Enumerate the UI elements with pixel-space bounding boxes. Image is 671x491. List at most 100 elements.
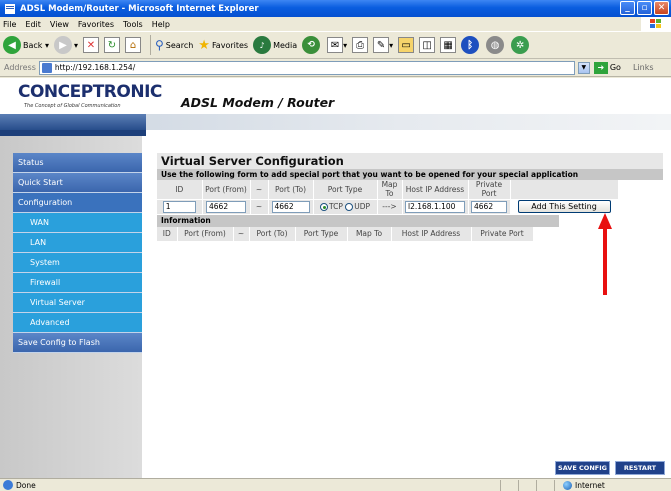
- bluetooth-button[interactable]: ᛒ: [461, 36, 481, 54]
- mail-button[interactable]: ✉ ▾: [327, 37, 347, 53]
- forward-arrow-icon: ▶: [53, 36, 72, 54]
- port-to-input[interactable]: 4662: [271, 200, 310, 213]
- back-button[interactable]: ◀ Back ▾: [3, 36, 49, 54]
- menu-file[interactable]: File: [3, 20, 16, 29]
- favorites-button[interactable]: ★ Favorites: [198, 38, 248, 53]
- menu-favorites[interactable]: Favorites: [78, 20, 114, 29]
- star-icon: ★: [198, 37, 210, 53]
- close-button[interactable]: ✕: [654, 1, 669, 15]
- port-from-input[interactable]: 4662: [206, 200, 246, 213]
- stop-button[interactable]: ✕: [83, 37, 99, 53]
- info-col-private-port: Private Port: [471, 226, 534, 241]
- media-label: Media: [273, 40, 298, 50]
- status-bar: Done Internet: [0, 478, 671, 491]
- col-header-tilde: ~: [250, 180, 269, 200]
- go-arrow-icon: ➜: [593, 61, 608, 74]
- home-icon: ⌂: [125, 37, 141, 53]
- folder-icon: ▭: [398, 37, 415, 53]
- menubar: File Edit View Favorites Tools Help: [0, 17, 671, 31]
- go-label: Go: [609, 63, 621, 72]
- folder-button[interactable]: ▭: [398, 37, 415, 53]
- address-input[interactable]: http://192.168.1.254/: [38, 60, 575, 75]
- col-header-private-port: Private Port: [468, 180, 511, 200]
- info-col-port-to: Port (To): [249, 226, 296, 241]
- nav-item-firewall[interactable]: Firewall: [13, 273, 142, 293]
- host-ip-input[interactable]: l2.168.1.100: [405, 200, 465, 213]
- col-header-host-ip: Host IP Address: [402, 180, 469, 200]
- status-cell: [536, 479, 554, 491]
- form-description: Use the following form to add special po…: [157, 169, 663, 180]
- refresh-button[interactable]: ↻: [104, 37, 120, 53]
- search-label: Search: [165, 40, 194, 50]
- nav-item-lan[interactable]: LAN: [13, 233, 142, 253]
- tcp-label: TCP: [328, 202, 343, 211]
- nav-item-status[interactable]: Status: [13, 153, 142, 173]
- restart-button[interactable]: RESTART: [615, 461, 665, 475]
- menu-view[interactable]: View: [50, 20, 69, 29]
- print-icon: ⎙: [352, 37, 369, 53]
- save-config-button[interactable]: SAVE CONFIG: [555, 461, 610, 475]
- nav-item-wan[interactable]: WAN: [13, 213, 142, 233]
- info-col-port-type: Port Type: [295, 226, 348, 241]
- media-button[interactable]: ♪ Media: [253, 36, 297, 54]
- annotation-arrow-icon: [598, 213, 612, 295]
- tcp-radio[interactable]: [319, 203, 328, 211]
- nav-item-quick-start[interactable]: Quick Start: [13, 173, 142, 193]
- tilde-cell: ~: [250, 199, 269, 215]
- search-button[interactable]: ⚲ Search: [155, 38, 193, 52]
- back-arrow-icon: ◀: [3, 36, 21, 54]
- discuss-button[interactable]: ◍: [486, 36, 506, 54]
- ie-toolbar: ◀ Back ▾ ▶ ▾ ✕ ↻ ⌂ ⚲ Search ★ Favorites ♪…: [0, 31, 671, 59]
- links-button[interactable]: Links: [633, 63, 654, 72]
- research-button[interactable]: ✲: [511, 36, 531, 54]
- messenger-icon: ◫: [419, 37, 436, 53]
- menu-tools[interactable]: Tools: [123, 20, 143, 29]
- private-port-input[interactable]: 4662: [471, 200, 507, 213]
- info-col-host-ip: Host IP Address: [391, 226, 472, 241]
- map-arrow-cell: --->: [377, 199, 403, 215]
- discuss-icon: ◍: [486, 36, 505, 54]
- brand-name: CONCEPTRONIC: [18, 82, 162, 102]
- refresh-icon: ↻: [104, 37, 120, 53]
- col-header-map-to: Map To: [377, 180, 403, 200]
- nav-item-save-config[interactable]: Save Config to Flash: [13, 333, 142, 353]
- id-input[interactable]: 1: [162, 200, 196, 213]
- col-header-port-to: Port (To): [268, 180, 314, 200]
- header-band: [0, 114, 671, 130]
- nav-menu: Status Quick Start Configuration WAN LAN…: [13, 153, 142, 353]
- status-cell: [500, 479, 518, 491]
- print-button[interactable]: ⎙: [352, 37, 369, 53]
- maximize-button[interactable]: ▫: [637, 1, 652, 15]
- udp-radio[interactable]: [345, 203, 354, 211]
- status-text: Done: [0, 480, 500, 490]
- calendar-button[interactable]: ▦: [440, 37, 457, 53]
- nav-item-system[interactable]: System: [13, 253, 142, 273]
- nav-item-configuration[interactable]: Configuration: [13, 193, 142, 213]
- nav-item-advanced[interactable]: Advanced: [13, 313, 142, 333]
- address-dropdown-icon[interactable]: ▼: [577, 61, 590, 74]
- edit-button[interactable]: ✎ ▾: [373, 37, 393, 53]
- window-titlebar: ADSL Modem/Router - Microsoft Internet E…: [0, 0, 671, 17]
- sidebar: Status Quick Start Configuration WAN LAN…: [0, 136, 142, 478]
- go-button[interactable]: ➜ Go: [593, 61, 621, 74]
- history-button[interactable]: ⟲: [302, 36, 322, 54]
- globe-icon: [563, 480, 572, 490]
- forward-button[interactable]: ▶ ▾: [53, 36, 78, 54]
- menu-help[interactable]: Help: [152, 20, 170, 29]
- info-col-id: ID: [157, 226, 178, 241]
- brand-logo: CONCEPTRONIC The Concept of Global Commu…: [18, 82, 162, 109]
- menu-edit[interactable]: Edit: [25, 20, 41, 29]
- brand-tagline: The Concept of Global Communication: [24, 103, 121, 109]
- home-button[interactable]: ⌂: [125, 37, 141, 53]
- search-icon: ⚲: [155, 38, 164, 52]
- media-icon: ♪: [253, 36, 272, 54]
- windows-logo-icon: [641, 17, 671, 31]
- messenger-button[interactable]: ◫: [419, 37, 436, 53]
- security-zone: Internet: [554, 479, 605, 491]
- minimize-button[interactable]: _: [620, 1, 635, 15]
- nav-item-virtual-server[interactable]: Virtual Server: [13, 293, 142, 313]
- footer-buttons: SAVE CONFIG RESTART: [555, 461, 665, 475]
- add-setting-button[interactable]: Add This Setting: [517, 200, 611, 213]
- port-type-cell: TCP UDP: [313, 199, 378, 215]
- host-ip-cell: l2.168.1.100: [402, 199, 469, 215]
